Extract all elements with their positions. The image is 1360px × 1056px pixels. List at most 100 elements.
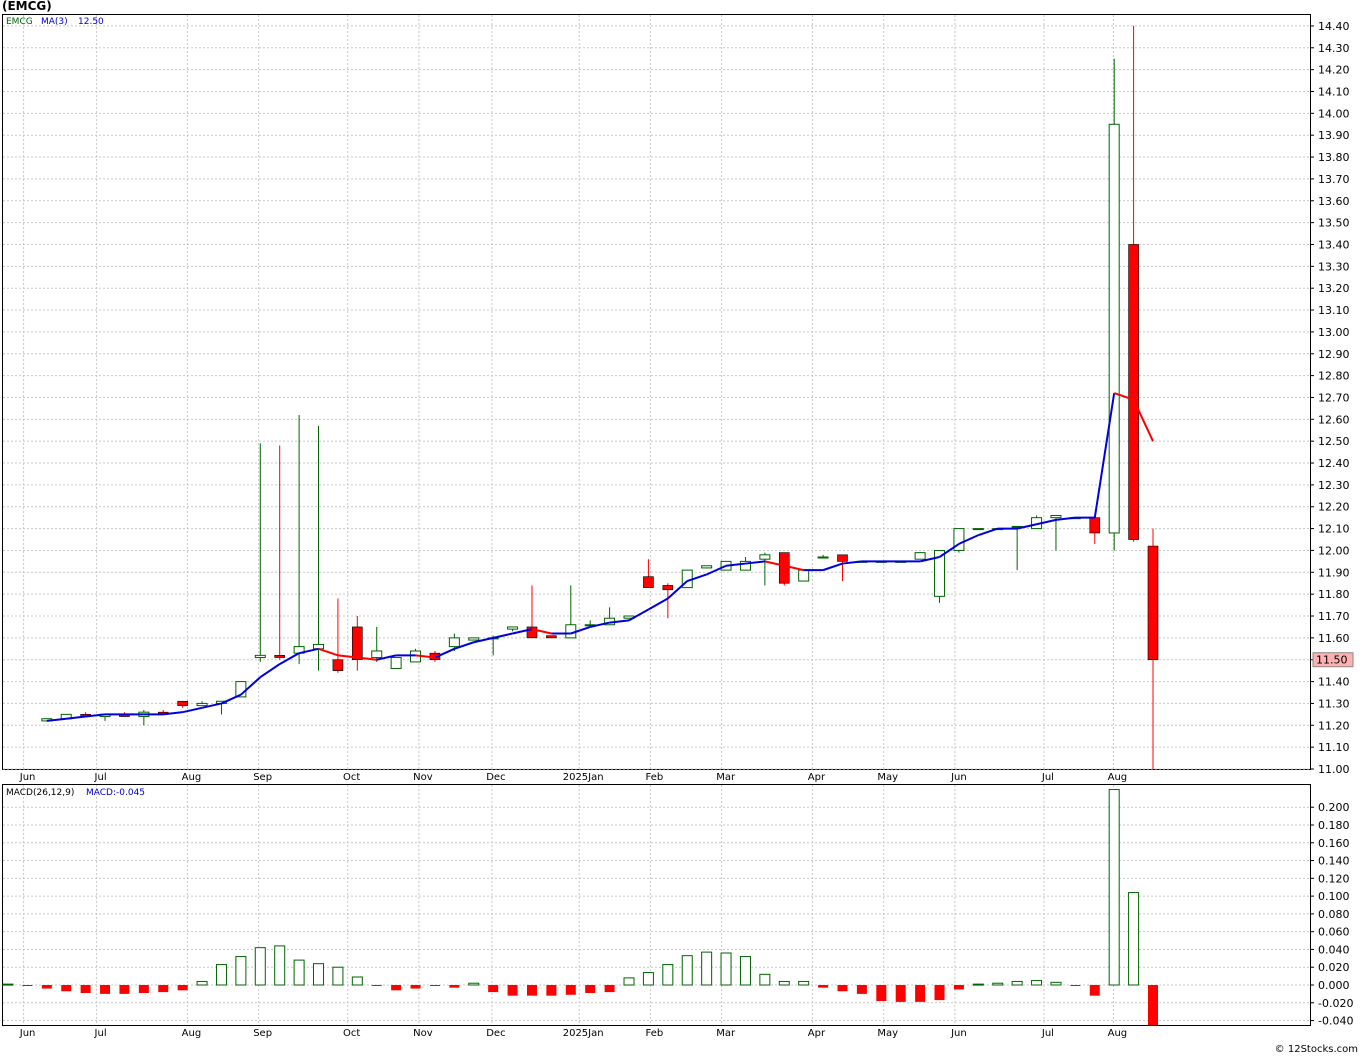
stock-chart: 11.00 11.10 11.20 11.30 11.40 11.50 11.60 11.70… xyxy=(2,14,1354,1039)
month-label: Oct xyxy=(343,772,360,783)
macd-month-axis: Jun Jul Aug Sep Oct Nov Dec 2025Jan Feb Mar Apr May… xyxy=(19,1028,1127,1039)
month-label: Jun xyxy=(19,1028,36,1039)
macd-bar-positive xyxy=(701,951,713,986)
price-tick-label: 13.80 xyxy=(1318,151,1350,164)
macd-bar-positive xyxy=(778,980,790,986)
macd-bar-negative xyxy=(1070,985,1081,986)
candle-body-up xyxy=(313,643,325,650)
month-label: Jun xyxy=(19,772,36,783)
candle-body-down xyxy=(778,552,790,584)
month-label: Mar xyxy=(716,772,736,783)
macd-bar-positive xyxy=(1128,892,1140,986)
candle-body-down xyxy=(177,700,188,706)
macd-bar-positive xyxy=(1108,788,1120,986)
candle-body-down xyxy=(526,626,538,639)
chart-legend: EMCG MA(3) 12.50 MACD(26,12,9) MACD:-0.045 xyxy=(6,17,145,798)
macd-bar-negative xyxy=(953,985,964,990)
macd-bar-positive xyxy=(972,983,984,986)
month-label: Jul xyxy=(94,772,107,783)
ma-segment xyxy=(842,560,863,565)
macd-bar-positive xyxy=(720,952,732,986)
legend-ma-label: MA(3) xyxy=(41,17,68,27)
price-tick-label: 13.30 xyxy=(1318,260,1350,273)
price-tick-label: 14.40 xyxy=(1318,20,1350,33)
macd-bar-negative xyxy=(177,985,188,991)
macd-bar-negative xyxy=(391,985,402,991)
candle-body-up xyxy=(914,552,926,560)
macd-bar-negative xyxy=(856,985,867,994)
macd-bar-positive xyxy=(274,945,286,986)
month-label: Apr xyxy=(808,1028,826,1039)
candle-body-down xyxy=(662,585,674,591)
month-label: Nov xyxy=(413,1028,433,1039)
macd-tick-label: 0.200 xyxy=(1318,801,1350,814)
macd-bar-negative xyxy=(1148,985,1158,1025)
candle-body-up xyxy=(390,657,402,669)
price-tick-label: 12.10 xyxy=(1318,523,1350,536)
price-tick-label: 14.20 xyxy=(1318,64,1350,77)
price-tick-label: 13.40 xyxy=(1318,238,1350,251)
price-tick-label: 11.80 xyxy=(1318,588,1350,601)
candle-body-up xyxy=(1108,123,1120,534)
price-month-axis: Jun Jul Aug Sep Oct Nov Dec 2025Jan Feb Mar Apr May… xyxy=(19,772,1127,783)
macd-tick-label: -0.040 xyxy=(1318,1015,1353,1028)
macd-bar-negative xyxy=(585,985,596,993)
price-tick-label: 11.60 xyxy=(1318,632,1350,645)
macd-bar-negative xyxy=(526,985,537,996)
month-label: Feb xyxy=(646,772,664,783)
legend-ma-value: 12.50 xyxy=(78,17,104,27)
macd-bar-positive xyxy=(468,982,480,986)
macd-bar-negative xyxy=(895,985,906,1002)
price-tick-label: 12.30 xyxy=(1318,479,1350,492)
macd-bar-positive xyxy=(623,977,635,986)
price-tick-label: 13.00 xyxy=(1318,326,1350,339)
price-tick-label: 14.10 xyxy=(1318,85,1350,98)
macd-bar-negative xyxy=(488,985,499,993)
macd-bar-negative xyxy=(449,985,460,988)
macd-bar-positive xyxy=(196,980,208,986)
macd-axis: -0.040 -0.020 0.000 0.020 0.040 0.060 0.080 0.1… xyxy=(1310,801,1353,1028)
month-label: 2025Jan xyxy=(563,1028,604,1039)
macd-bar-positive xyxy=(681,955,693,986)
candle-body-up xyxy=(371,650,383,659)
month-label: Dec xyxy=(486,772,505,783)
legend-symbol: EMCG xyxy=(6,17,33,27)
price-tick-label: 12.20 xyxy=(1318,501,1350,514)
price-tick-label: 11.30 xyxy=(1318,697,1350,710)
macd-bar-negative xyxy=(546,985,557,996)
price-tick-label: 12.50 xyxy=(1318,435,1350,448)
macd-bar-positive xyxy=(1050,981,1062,986)
macd-bar-positive xyxy=(642,972,654,986)
price-tick-label: 13.50 xyxy=(1318,217,1350,230)
price-tick-label: 12.90 xyxy=(1318,348,1350,361)
site-credit: © 12Stocks.com xyxy=(1274,1044,1358,1055)
candle-body-down xyxy=(1147,545,1159,661)
month-label: Mar xyxy=(716,1028,736,1039)
candle-body-down xyxy=(643,576,654,588)
candle-body-up xyxy=(468,637,480,641)
moving-average-line xyxy=(46,392,1154,722)
macd-tick-label: 0.020 xyxy=(1318,961,1350,974)
macd-bar-negative xyxy=(41,985,52,989)
candle-body-up xyxy=(507,626,519,630)
candle-body-up xyxy=(448,637,460,648)
macd-bar-positive xyxy=(332,966,344,986)
ma-segment xyxy=(647,597,669,611)
price-tick-label: 11.90 xyxy=(1318,566,1350,579)
macd-bar-positive xyxy=(662,964,674,986)
macd-bar-negative xyxy=(429,985,440,986)
macd-bar-negative xyxy=(138,985,149,993)
ma-segment xyxy=(822,562,843,572)
candle-body-down xyxy=(1089,517,1101,534)
macd-bar-negative xyxy=(410,985,421,989)
macd-bar-positive xyxy=(992,982,1004,986)
ma-segment xyxy=(279,652,300,665)
macd-tick-label: 0.060 xyxy=(1318,926,1350,939)
price-tick-label: 12.80 xyxy=(1318,370,1350,383)
month-label: Apr xyxy=(808,772,826,783)
macd-bar-negative xyxy=(507,985,518,996)
macd-bar-positive xyxy=(739,956,751,986)
macd-bar-negative xyxy=(934,985,945,1001)
candle-body-down xyxy=(837,554,848,562)
price-tick-label: 13.10 xyxy=(1318,304,1350,317)
